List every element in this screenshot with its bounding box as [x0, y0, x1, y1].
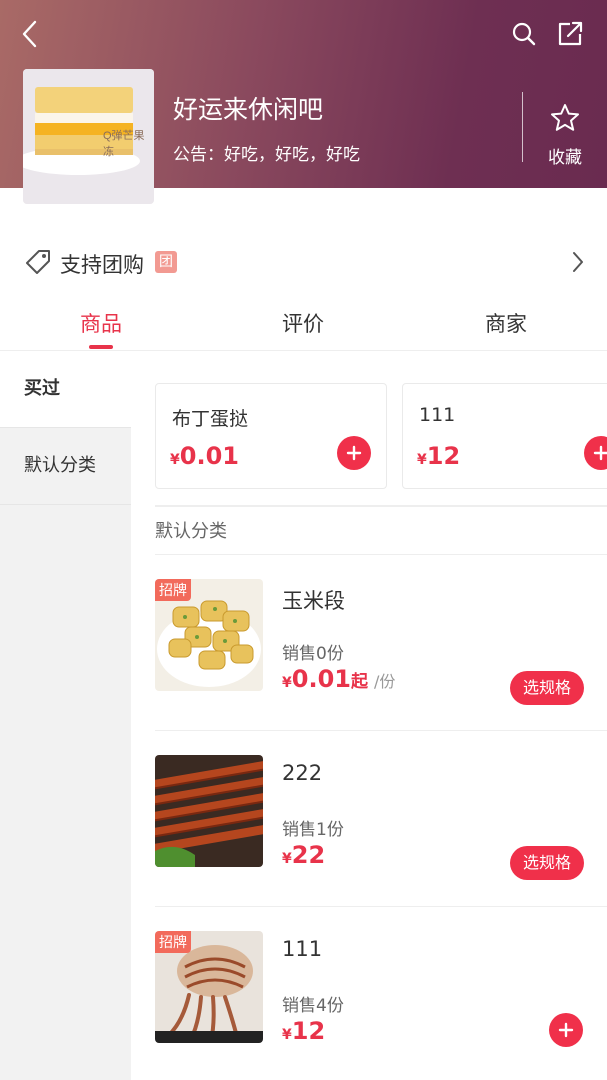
back-arrow-icon[interactable]: [14, 18, 46, 50]
product-sales: 销售1份: [282, 820, 344, 840]
bought-item-price: ¥12: [417, 442, 461, 470]
product-price: ¥0.01起/份: [282, 665, 396, 693]
product-name: 222: [282, 761, 323, 785]
product-price: ¥12: [282, 1017, 326, 1045]
shop-logo-image: Q弹芒果冻: [23, 69, 154, 204]
favorite-button[interactable]: 收藏: [540, 102, 590, 168]
product-image: 招牌: [155, 931, 263, 1043]
tag-icon: [26, 250, 50, 274]
shop-name: 好运来休闲吧: [173, 95, 324, 124]
group-buy-label: 支持团购: [60, 253, 144, 277]
signature-badge: 招牌: [155, 579, 191, 601]
tab-merchant[interactable]: 商家: [446, 308, 566, 338]
list-item[interactable]: 招牌 111 销售4份 ¥12: [155, 906, 607, 1080]
shop-image-caption: Q弹芒果冻: [103, 130, 145, 158]
product-name: 111: [282, 937, 323, 961]
bought-item-name: 111: [419, 404, 456, 426]
plus-icon: [346, 445, 362, 461]
product-image: [155, 755, 263, 867]
product-sales: 销售0份: [282, 644, 344, 664]
select-spec-button[interactable]: 选规格: [510, 671, 584, 705]
plus-icon: [558, 1022, 574, 1038]
product-sales: 销售4份: [282, 996, 344, 1016]
search-icon[interactable]: [508, 18, 540, 50]
group-buy-row[interactable]: 支持团购 团: [0, 232, 607, 292]
select-spec-button[interactable]: 选规格: [510, 846, 584, 880]
tab-bar: 商品 评价 商家: [0, 300, 607, 351]
share-icon[interactable]: [554, 18, 586, 50]
divider: [522, 92, 523, 162]
list-item[interactable]: 招牌 玉米段 销售0份 ¥0.01起/份 选规格: [155, 554, 607, 731]
list-item[interactable]: 222 销售1份 ¥22 选规格: [155, 730, 607, 907]
section-title: 默认分类: [155, 521, 227, 542]
bought-card[interactable]: 布丁蛋挞 ¥0.01: [155, 383, 387, 489]
product-name: 玉米段: [282, 589, 345, 613]
active-tab-indicator: [89, 345, 113, 349]
group-buy-tag: 团: [155, 251, 177, 273]
bought-card[interactable]: 111 ¥12: [402, 383, 607, 489]
category-sidebar: 买过 默认分类: [0, 351, 131, 1080]
sidebar-item-default-category[interactable]: 默认分类: [0, 428, 131, 505]
star-icon: [551, 104, 579, 131]
product-image: 招牌: [155, 579, 263, 691]
add-to-cart-button[interactable]: [584, 436, 607, 470]
signature-badge: 招牌: [155, 931, 191, 953]
shop-notice: 公告：好吃，好吃，好吃: [173, 145, 360, 165]
add-to-cart-button[interactable]: [337, 436, 371, 470]
favorite-label: 收藏: [548, 148, 582, 168]
add-to-cart-button[interactable]: [549, 1013, 583, 1047]
bought-item-price: ¥0.01: [170, 442, 239, 470]
divider: [155, 505, 607, 507]
plus-icon: [593, 445, 607, 461]
product-price: ¥22: [282, 841, 326, 869]
sidebar-item-bought[interactable]: 买过: [0, 351, 131, 428]
bought-item-name: 布丁蛋挞: [172, 408, 249, 430]
tab-products[interactable]: 商品: [41, 308, 161, 338]
shop-header: Q弹芒果冻 好运来休闲吧 公告：好吃，好吃，好吃 收藏: [0, 0, 607, 204]
product-list: 布丁蛋挞 ¥0.01 111 ¥12 默认分类 招牌 玉米段 销售0份 ¥0.0…: [131, 351, 607, 1080]
chevron-right-icon: [573, 252, 583, 272]
tab-reviews[interactable]: 评价: [243, 308, 363, 338]
